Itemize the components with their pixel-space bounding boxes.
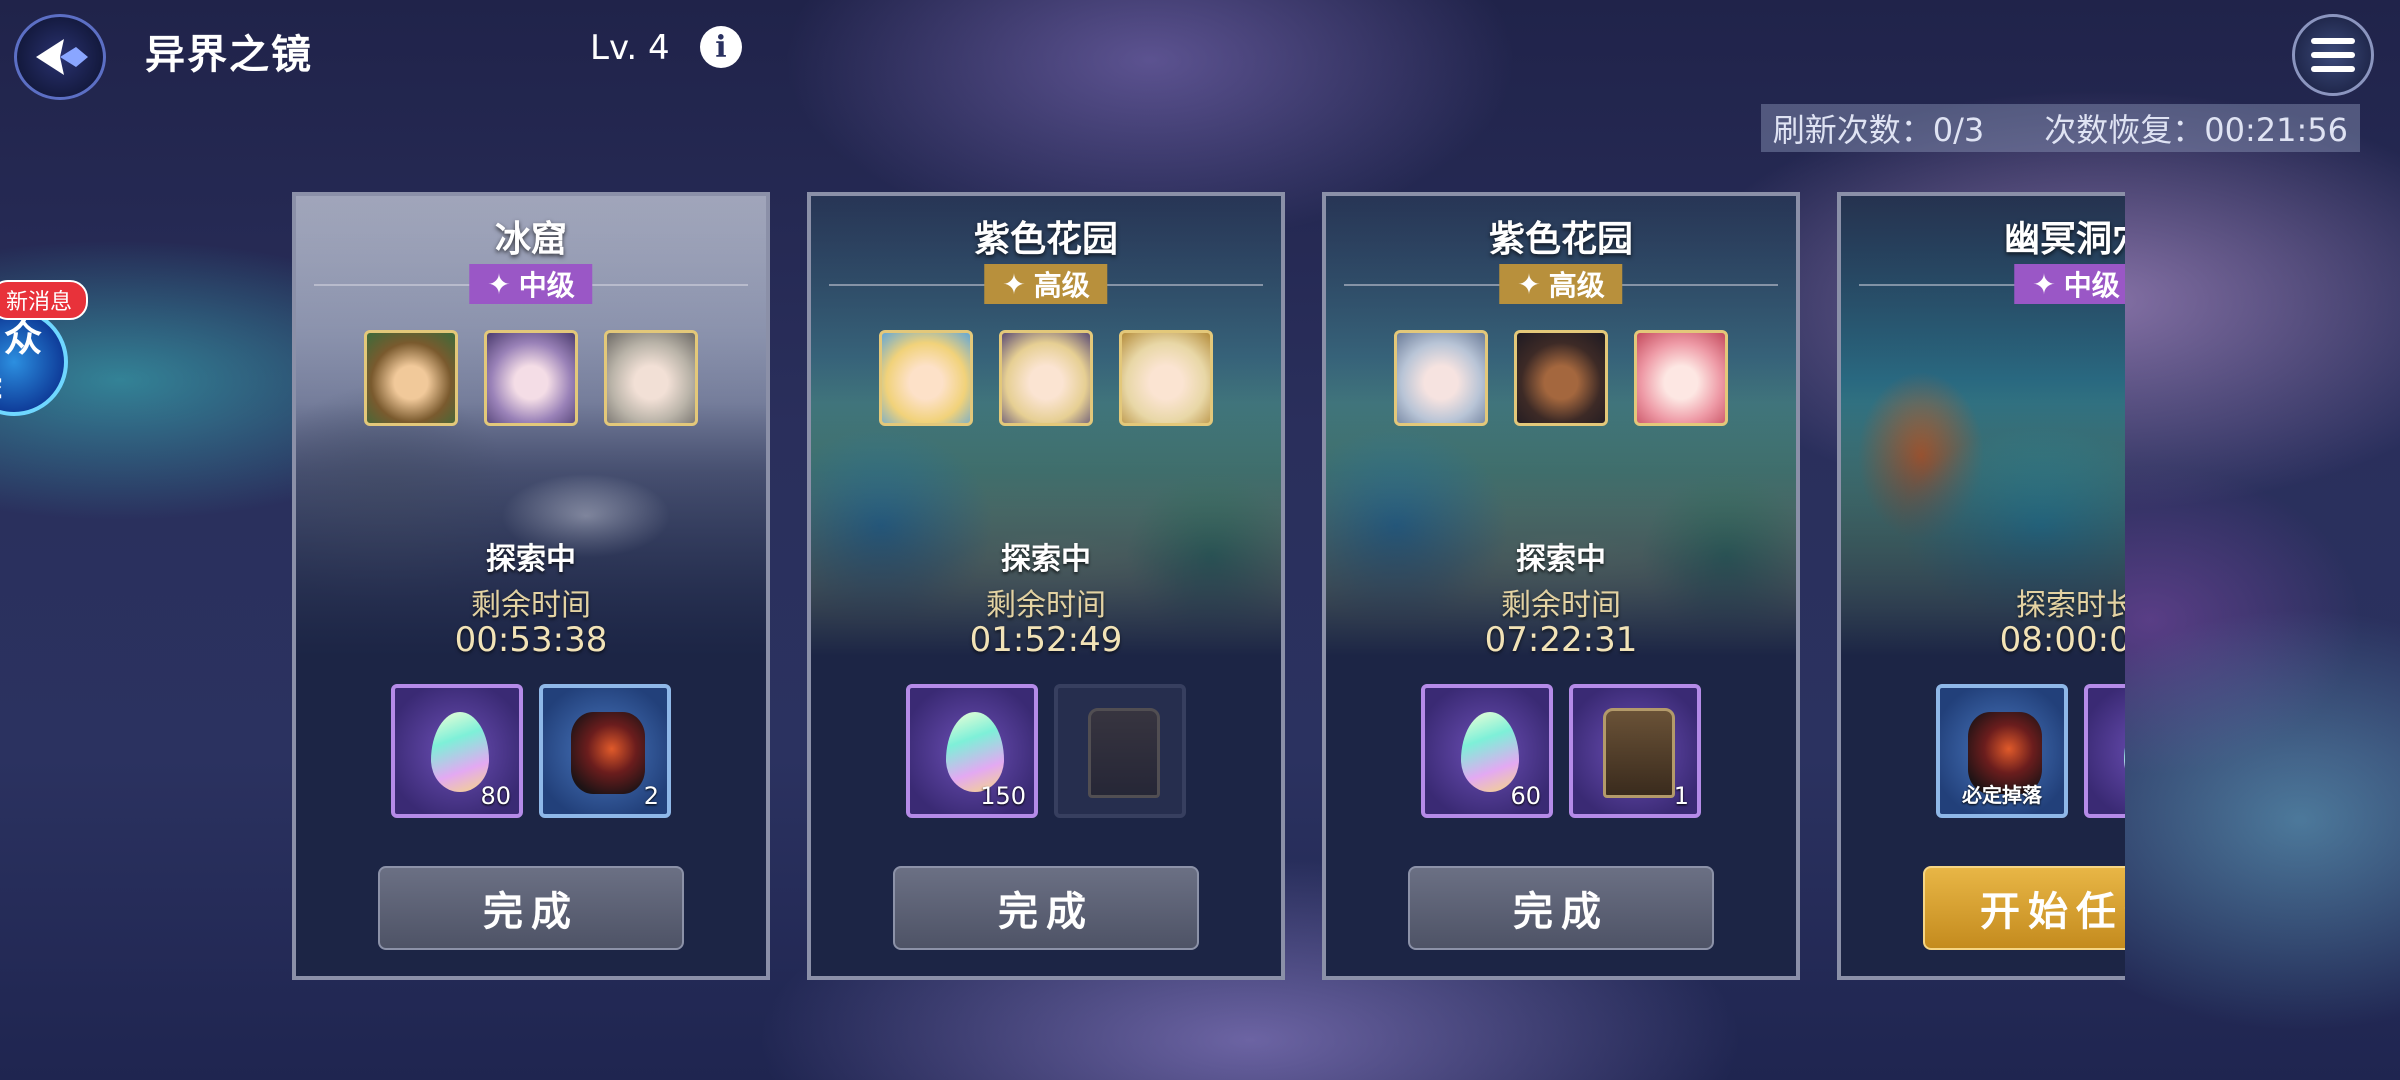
card-location-name: 冰窟 [494, 219, 567, 260]
hero-avatar [1394, 330, 1488, 426]
hero-avatar [484, 330, 578, 426]
hero-avatar [364, 330, 458, 426]
hero-avatar [604, 330, 698, 426]
cabinet-icon [1603, 708, 1675, 798]
reward-count: 2 [643, 782, 659, 810]
grade-badge: ✦ 中级 [469, 264, 593, 304]
crystal-icon [946, 712, 1004, 792]
reward-count: 80 [480, 782, 511, 810]
grade-badge: ✦ 高级 [1499, 264, 1623, 304]
hero-avatar [879, 330, 973, 426]
hero-avatar [1634, 330, 1728, 426]
time-value: 01:52:49 [969, 620, 1123, 660]
reward-item[interactable]: 150 [906, 684, 1038, 818]
reward-item[interactable]: 80 [391, 684, 523, 818]
grade-label: 高级 [1548, 269, 1605, 302]
menu-icon-line [2311, 66, 2355, 72]
grade-label: 中级 [518, 269, 575, 302]
complete-button[interactable]: 完成 [378, 866, 684, 950]
hero-avatar [1514, 330, 1608, 426]
sparkle-icon: ✦ [1002, 267, 1026, 301]
menu-button[interactable] [2292, 14, 2374, 96]
crystal-icon [431, 712, 489, 792]
hero-team [811, 330, 1281, 426]
reward-list: 150 [811, 684, 1281, 818]
start-task-button[interactable]: 开始任务 [1923, 866, 2125, 950]
time-value: 07:22:31 [1484, 620, 1638, 660]
reward-list: 80 2 [296, 684, 766, 818]
time-label: 探索时长 [2016, 588, 2125, 623]
crystal-icon [1461, 712, 1519, 792]
guaranteed-drop-label: 必定掉落 [1962, 783, 2042, 807]
hero-team [296, 330, 766, 426]
complete-button[interactable]: 完成 [1408, 866, 1714, 950]
reward-item[interactable]: 60 [1421, 684, 1553, 818]
status-text: 探索中 [1001, 542, 1091, 577]
expedition-card[interactable]: 幽冥洞穴 ✦ 中级 探索时长 08:00:00 必定掉落 开始任务 [1837, 192, 2125, 980]
hero-avatar [1119, 330, 1213, 426]
status-text: 探索中 [1516, 542, 1606, 577]
sparkle-icon: ✦ [487, 267, 511, 301]
reward-count: 60 [1510, 782, 1541, 810]
reward-list: 60 1 [1326, 684, 1796, 818]
reward-list: 必定掉落 [1841, 684, 2125, 818]
grade-label: 中级 [2063, 269, 2120, 302]
sparkle-icon: ✦ [2032, 267, 2056, 301]
hero-avatar [999, 330, 1093, 426]
time-value: 08:00:00 [1999, 620, 2125, 660]
complete-button[interactable]: 完成 [893, 866, 1199, 950]
crystal-icon [2124, 712, 2125, 792]
ore-icon [571, 712, 645, 794]
reward-count: 150 [980, 782, 1026, 810]
hero-team [1326, 330, 1796, 426]
card-location-name: 幽冥洞穴 [2003, 219, 2125, 260]
reward-item[interactable]: 1 [1569, 684, 1701, 818]
reward-item[interactable]: 2 [539, 684, 671, 818]
grade-label: 高级 [1033, 269, 1090, 302]
menu-icon-line [2311, 38, 2355, 44]
reward-item[interactable] [1054, 684, 1186, 818]
expedition-card[interactable]: 紫色花园 ✦ 高级 探索中 剩余时间 07:22:31 60 1 完成 [1322, 192, 1800, 980]
reward-item[interactable] [2084, 684, 2125, 818]
cabinet-icon [1088, 708, 1160, 798]
time-label: 剩余时间 [471, 588, 591, 623]
grade-badge: ✦ 中级 [2014, 264, 2125, 304]
reward-item[interactable]: 必定掉落 [1936, 684, 2068, 818]
expedition-card[interactable]: 紫色花园 ✦ 高级 探索中 剩余时间 01:52:49 150 完成 [807, 192, 1285, 980]
menu-icon-line [2311, 52, 2355, 58]
sparkle-icon: ✦ [1517, 267, 1541, 301]
status-text: 探索中 [486, 542, 576, 577]
reward-count: 1 [1673, 782, 1689, 810]
expedition-card[interactable]: 冰窟 ✦ 中级 探索中 剩余时间 00:53:38 80 2 完成 [292, 192, 770, 980]
grade-badge: ✦ 高级 [984, 264, 1108, 304]
time-label: 剩余时间 [986, 588, 1106, 623]
expedition-cards: 冰窟 ✦ 中级 探索中 剩余时间 00:53:38 80 2 完成 紫色花园 ✦… [0, 0, 2125, 1080]
card-location-name: 紫色花园 [1488, 219, 1633, 260]
time-value: 00:53:38 [454, 620, 608, 660]
time-label: 剩余时间 [1501, 588, 1621, 623]
card-location-name: 紫色花园 [973, 219, 1118, 260]
